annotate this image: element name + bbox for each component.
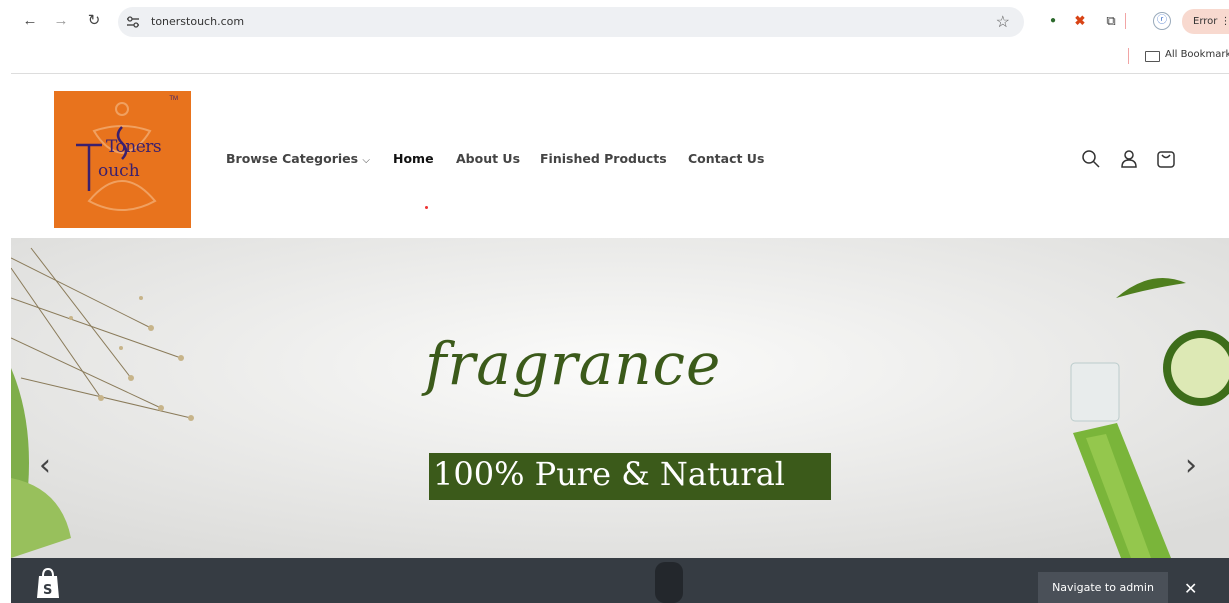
logo-figure-icon — [76, 102, 157, 211]
hero-badge: 100% Pure & Natural — [429, 453, 831, 500]
navigate-to-admin-button[interactable]: Navigate to admin — [1038, 572, 1168, 603]
shopify-bag-icon[interactable]: S — [35, 568, 61, 598]
profile-error-pill[interactable]: Error ⋮ — [1182, 9, 1229, 34]
logo-line2: ouch — [98, 161, 140, 181]
bottle-shadow — [655, 562, 683, 603]
profile-avatar-icon[interactable]: ⓡ — [1153, 12, 1171, 30]
cart-icon[interactable] — [1156, 149, 1176, 169]
logo-tm: TM — [169, 96, 178, 102]
browser-toolbar: ← → ↻ tonerstouch.com ☆ ● ✖ ⧉ ⓡ Error ⋮ … — [0, 0, 1229, 64]
nav-contact-us[interactable]: Contact Us — [688, 151, 764, 166]
nav-about-us[interactable]: About Us — [456, 151, 520, 166]
nav-home[interactable]: Home — [393, 151, 434, 166]
shopify-admin-bar: S Navigate to admin ✕ — [11, 558, 1229, 603]
toolbar-separator — [1125, 13, 1126, 29]
extensions-puzzle-icon[interactable]: ⧉ — [1102, 12, 1120, 30]
nav-browse-label: Browse Categories — [226, 151, 359, 166]
search-icon[interactable] — [1081, 149, 1101, 169]
active-indicator — [425, 206, 428, 209]
slide-prev-button[interactable]: ‹ — [39, 448, 51, 483]
close-icon[interactable]: ✕ — [1184, 579, 1197, 598]
slide-next-button[interactable]: › — [1185, 448, 1197, 483]
account-icon[interactable] — [1119, 149, 1139, 169]
back-arrow-icon[interactable]: ← — [20, 11, 40, 31]
site-settings-icon[interactable] — [126, 15, 140, 29]
error-label: Error — [1193, 16, 1218, 27]
all-bookmarks-button[interactable]: All Bookmarks — [1165, 49, 1229, 60]
logo-line1: Toners — [106, 137, 162, 157]
folder-icon — [1145, 51, 1160, 62]
nav-browse-categories[interactable]: Browse Categories ⌵ — [226, 151, 370, 166]
hero-slideshow: fragrance 100% Pure & Natural ‹ › — [11, 238, 1229, 558]
address-bar[interactable]: tonerstouch.com ☆ — [118, 7, 1024, 37]
url-text[interactable]: tonerstouch.com — [151, 15, 244, 28]
svg-text:S: S — [43, 583, 52, 598]
hero-background-image — [11, 238, 1229, 558]
forward-arrow-icon[interactable]: → — [51, 11, 71, 31]
bookmark-separator — [1128, 48, 1129, 64]
bookmark-star-icon[interactable]: ☆ — [996, 12, 1010, 32]
toners-touch-logo[interactable]: Toners ouch TM — [54, 91, 191, 228]
site-header: Toners ouch TM Browse Categories ⌵ Home … — [11, 74, 1229, 238]
hero-title: fragrance — [425, 330, 722, 398]
extension-leaf-icon[interactable]: ● — [1044, 12, 1062, 30]
reload-icon[interactable]: ↻ — [84, 11, 104, 31]
hero-badge-text: 100% Pure & Natural — [433, 455, 786, 493]
nav-finished-products[interactable]: Finished Products — [540, 151, 667, 166]
extension-x-icon[interactable]: ✖ — [1071, 12, 1089, 30]
chevron-down-icon: ⌵ — [362, 155, 371, 166]
